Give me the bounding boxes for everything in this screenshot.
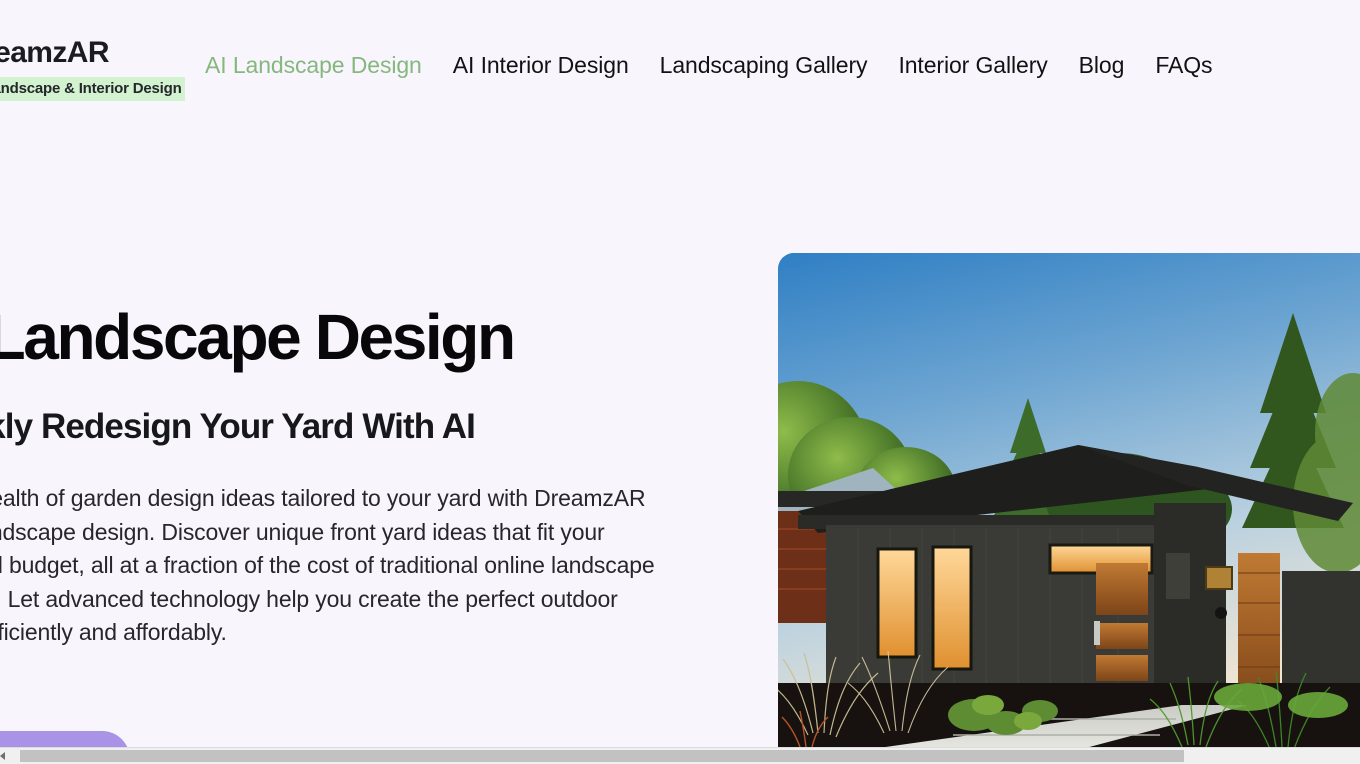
nav-item-ai-landscape-design[interactable]: AI Landscape Design xyxy=(205,50,422,80)
chevron-left-icon[interactable] xyxy=(0,748,11,764)
nav-item-ai-interior-design[interactable]: AI Interior Design xyxy=(453,50,629,80)
hero-subtitle: Quickly Redesign Your Yard With AI xyxy=(0,407,476,446)
nav-item-interior-gallery[interactable]: Interior Gallery xyxy=(898,50,1047,80)
nav-item-faqs[interactable]: FAQs xyxy=(1155,50,1212,80)
main-navigation: AI Landscape Design AI Interior Design L… xyxy=(205,50,1213,80)
site-header: DreamzAR AI Landscape & Interior Design … xyxy=(0,0,1360,128)
page-root: DreamzAR AI Landscape & Interior Design … xyxy=(0,0,1360,764)
hero-description: Get a wealth of garden design ideas tail… xyxy=(0,485,655,645)
nav-item-landscaping-gallery[interactable]: Landscaping Gallery xyxy=(660,50,868,80)
hero-text-column: AI Landscape Design Quickly Redesign You… xyxy=(0,300,672,650)
brand-name: DreamzAR xyxy=(0,36,110,69)
scrollbar-thumb[interactable] xyxy=(20,750,1184,762)
brand-tagline: AI Landscape & Interior Design xyxy=(0,77,185,101)
hero-image xyxy=(778,253,1360,750)
page-title: AI Landscape Design xyxy=(0,301,516,373)
nav-item-blog[interactable]: Blog xyxy=(1079,50,1125,80)
horizontal-scrollbar[interactable] xyxy=(0,747,1360,764)
hero-image-illustration xyxy=(778,253,1360,750)
brand-logo[interactable]: DreamzAR AI Landscape & Interior Design xyxy=(0,36,192,101)
